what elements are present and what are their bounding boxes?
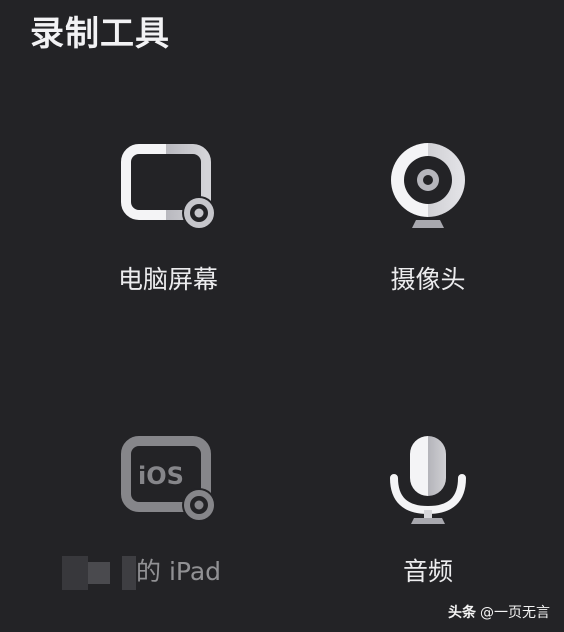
redacted-block <box>122 556 136 590</box>
ipad-record-label-wrap: 的 iPad <box>58 556 278 592</box>
audio-record-label: 音频 <box>402 557 453 586</box>
microphone-icon <box>390 436 466 524</box>
recording-tools-panel: 录制工具 电脑屏幕 摄像头 iOS 的 iPad 音频 头条 @一页无言 <box>0 0 564 632</box>
page-title: 录制工具 <box>30 14 170 54</box>
camera-record-button[interactable]: 摄像头 <box>318 140 538 340</box>
redacted-block <box>88 562 110 584</box>
screen-record-icon <box>121 144 216 230</box>
ipad-record-button[interactable]: iOS 的 iPad <box>58 432 278 632</box>
ios-screen-icon: iOS <box>121 436 216 522</box>
watermark-handle: @一页无言 <box>480 605 550 621</box>
screen-record-button[interactable]: 电脑屏幕 <box>58 140 278 340</box>
camera-record-label: 摄像头 <box>390 265 466 294</box>
audio-record-button[interactable]: 音频 <box>318 432 538 632</box>
watermark-brand: 头条 <box>448 605 476 621</box>
redacted-block <box>62 556 88 590</box>
ios-icon-text: iOS <box>138 462 184 490</box>
webcam-icon <box>391 143 465 228</box>
watermark: 头条 @一页无言 <box>448 604 550 622</box>
ipad-record-label: 的 iPad <box>136 557 222 586</box>
screen-record-label: 电脑屏幕 <box>117 265 218 294</box>
